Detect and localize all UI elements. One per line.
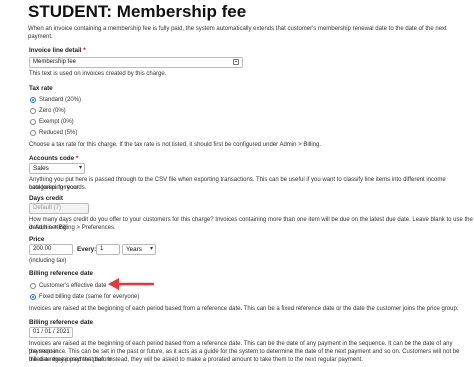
required-mark: * xyxy=(83,47,86,54)
days-credit-input[interactable]: Default (7) xyxy=(29,203,89,214)
accounts-code-label: Accounts code * xyxy=(29,155,78,162)
billing-reference-date-value: 01 / 01 / 2021 xyxy=(33,329,70,335)
billing-reference-date-input[interactable]: 01 / 01 / 2021 xyxy=(29,327,73,338)
tax-rate-help: Choose a tax rate for this charge. If th… xyxy=(29,142,321,148)
every-label: Every: xyxy=(77,246,97,253)
billing-ref-radio-effective[interactable] xyxy=(30,283,36,289)
tax-rate-label: Tax rate xyxy=(29,85,53,92)
tax-rate-option-exempt: Exempt (0%) xyxy=(39,119,74,125)
price-label: Price xyxy=(29,236,45,243)
accounts-code-label-text: Accounts code xyxy=(29,155,75,162)
tax-rate-option-zero: Zero (0%) xyxy=(39,108,66,114)
form-page: STUDENT: Membership fee When an invoice … xyxy=(0,0,474,367)
billing-ref-option-effective: Customer's effective date xyxy=(39,283,107,289)
period-value: Years xyxy=(126,246,142,253)
accounts-code-help-1: Anything you put here is passed through … xyxy=(29,177,446,191)
tax-rate-radio-exempt[interactable] xyxy=(30,119,36,125)
billing-ref-radio-fixed[interactable] xyxy=(30,294,36,300)
days-credit-label: Days credit xyxy=(29,195,63,202)
billing-reference-date-label: Billing reference date xyxy=(29,319,94,326)
price-amount-input[interactable]: 200.00 xyxy=(29,244,73,255)
chevron-down-icon: ▾ xyxy=(78,165,82,171)
chevron-down-icon: ▾ xyxy=(149,246,153,252)
annotation-arrow-icon xyxy=(108,278,154,290)
invoice-line-help: This text is used on invoices created by… xyxy=(29,71,167,77)
required-mark: * xyxy=(75,155,79,162)
billing-reference-label: Billing reference date xyxy=(29,270,94,277)
page-title: STUDENT: Membership fee xyxy=(28,2,247,21)
price-note: (including tax) xyxy=(29,258,67,264)
billing-reference-help: Invoices are raised at the beginning of … xyxy=(29,306,459,312)
every-value: 1 xyxy=(100,246,104,252)
billing-ref-option-fixed: Fixed billing date (same for everyone) xyxy=(39,294,140,300)
billing-reference-date-help-3: the date they joined the plan. Instead, … xyxy=(29,357,363,363)
tax-rate-option-standard: Standard (20%) xyxy=(39,97,82,103)
period-select[interactable]: Years ▾ xyxy=(122,244,156,255)
invoice-line-label: Invoice line detail * xyxy=(29,47,86,54)
accounts-code-value: Sales xyxy=(33,165,49,172)
tax-rate-option-reduced: Reduced (5%) xyxy=(39,130,78,136)
tax-rate-radio-standard[interactable] xyxy=(30,97,36,103)
field-options-icon[interactable] xyxy=(233,59,239,65)
tax-rate-radio-reduced[interactable] xyxy=(30,130,36,136)
invoice-line-label-text: Invoice line detail xyxy=(29,47,82,54)
intro-text: When an invoice containing a membership … xyxy=(28,26,447,40)
every-input[interactable]: 1 xyxy=(96,244,120,255)
accounts-code-help-2: bookkeeping records. xyxy=(29,185,87,191)
days-credit-help-2: in Admin > Billing > Preferences. xyxy=(29,225,116,231)
invoice-line-value: Membership fee xyxy=(33,59,77,65)
invoice-line-input[interactable]: Membership fee xyxy=(29,57,243,68)
days-credit-placeholder: Default (7) xyxy=(33,205,62,211)
tax-rate-radio-zero[interactable] xyxy=(30,108,36,114)
accounts-code-select[interactable]: Sales ▾ xyxy=(29,163,85,174)
price-amount-value: 200.00 xyxy=(33,246,52,252)
